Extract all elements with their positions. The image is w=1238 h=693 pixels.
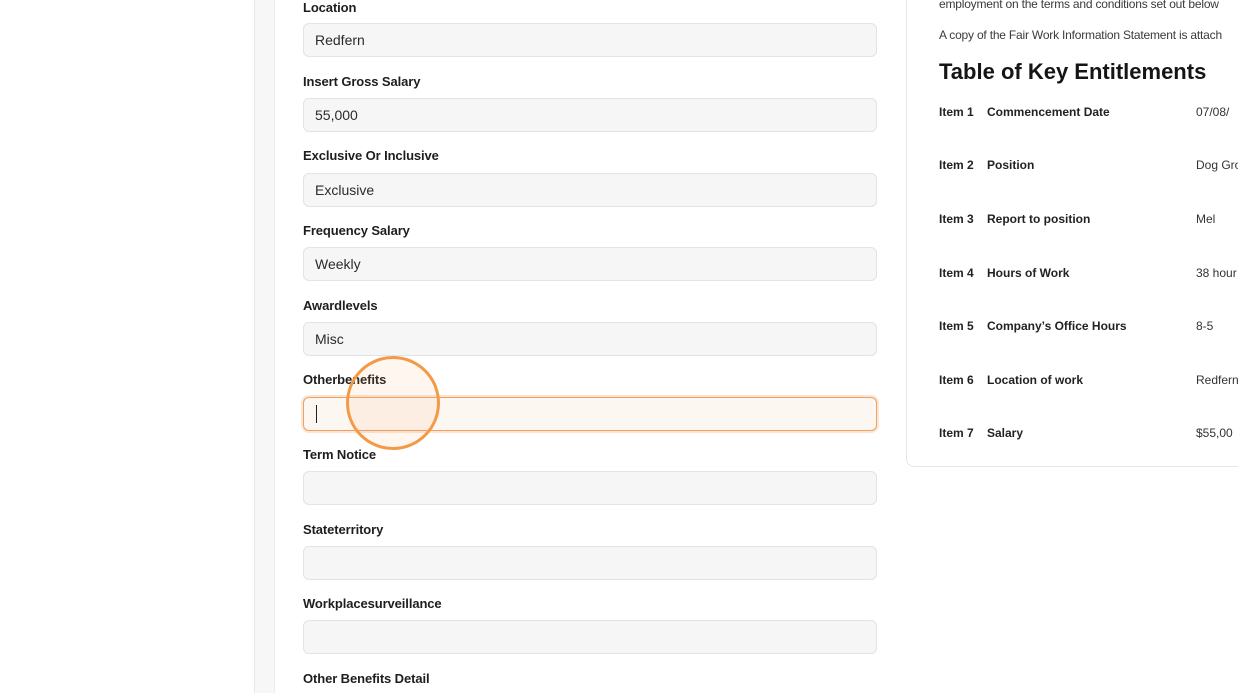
entitlement-item-number: Item 3 [939, 212, 974, 226]
left-gutter [0, 0, 255, 693]
field-label-location: Location [303, 0, 357, 15]
entitlement-value: 38 hour [1196, 266, 1237, 280]
entitlement-item-number: Item 7 [939, 426, 974, 440]
field-label-workplacesurveillance: Workplacesurveillance [303, 596, 442, 611]
field-label-other-benefits-detail: Other Benefits Detail [303, 671, 430, 686]
field-label-frequency-salary: Frequency Salary [303, 223, 410, 238]
entitlement-name: Location of work [987, 373, 1083, 387]
entitlement-item-number: Item 5 [939, 319, 974, 333]
document-intro-text: employment on the terms and conditions s… [939, 0, 1219, 11]
entitlement-name: Position [987, 158, 1035, 172]
term-notice-input[interactable] [303, 471, 877, 505]
field-label-awardlevels: Awardlevels [303, 298, 378, 313]
entitlement-name: Salary [987, 426, 1024, 440]
entitlement-item-number: Item 4 [939, 266, 974, 280]
stateterritory-input[interactable] [303, 546, 877, 580]
workplacesurveillance-input[interactable] [303, 620, 877, 654]
entitlement-value: Redfern [1196, 373, 1238, 387]
page: Location Redfern Insert Gross Salary 55,… [0, 0, 1238, 693]
awardlevels-input[interactable]: Misc [303, 322, 877, 356]
exclusive-inclusive-input[interactable]: Exclusive [303, 173, 877, 207]
entitlement-value: $55,00 [1196, 426, 1233, 440]
location-input[interactable]: Redfern [303, 23, 877, 57]
entitlement-value: Mel [1196, 212, 1216, 226]
field-label-exclusive-inclusive: Exclusive Or Inclusive [303, 148, 439, 163]
click-indicator [346, 356, 440, 450]
entitlements-heading: Table of Key Entitlements [939, 59, 1207, 84]
entitlement-item-number: Item 2 [939, 158, 974, 172]
fair-work-statement-text: A copy of the Fair Work Information Stat… [939, 28, 1222, 42]
entitlement-name: Company’s Office Hours [987, 319, 1127, 333]
gross-salary-input[interactable]: 55,000 [303, 98, 877, 132]
entitlement-value: 07/08/ [1196, 105, 1230, 119]
entitlement-item-number: Item 6 [939, 373, 974, 387]
entitlement-name: Commencement Date [987, 105, 1110, 119]
field-label-gross-salary: Insert Gross Salary [303, 74, 421, 89]
frequency-salary-input[interactable]: Weekly [303, 247, 877, 281]
field-label-term-notice: Term Notice [303, 447, 377, 462]
form-panel-edge [255, 0, 275, 693]
entitlement-value: Dog Gro [1196, 158, 1238, 172]
text-caret [316, 405, 317, 423]
entitlement-name: Report to position [987, 212, 1091, 226]
entitlement-name: Hours of Work [987, 266, 1070, 280]
entitlement-item-number: Item 1 [939, 105, 974, 119]
entitlement-value: 8-5 [1196, 319, 1214, 333]
field-label-stateterritory: Stateterritory [303, 522, 384, 537]
